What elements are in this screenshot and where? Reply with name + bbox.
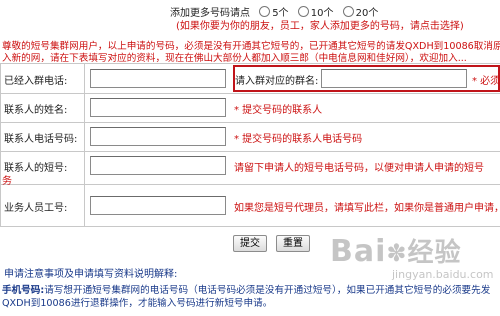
contact-short-label: 联系人的短号: [4,163,68,174]
radio-5[interactable] [259,6,271,17]
divider [0,122,500,123]
contact-phone-hint: * 提交号码的联系人电话号码 [234,134,363,145]
submit-button[interactable]: 提交 [233,235,267,252]
radio-10[interactable] [297,6,309,17]
contact-short-hint: 请留下申请人的短号电话号码，以便对申请人申请的短号 [234,163,484,174]
contact-name-hint: * 提交号码的联系人 [234,105,323,116]
divider [0,93,500,94]
divider [84,63,85,226]
divider [0,63,500,64]
watermark-brand2: 经验 [407,238,462,268]
divider [0,184,500,185]
contact-phone-input[interactable] [90,127,226,146]
contact-name-input[interactable] [90,98,226,117]
notes-item-text-cont: QXDH到10086进行退群操作，才能输入号码进行新短号申请。 [2,298,273,309]
group-required-mark: * 必须 [472,76,500,87]
contact-name-label: 联系人的姓名: [4,105,68,116]
intro-line-2: 入新的网，请在下表填写对应的资料，现在在佛山大部份人都加入顺三郎（中电信息网和佳… [2,53,467,64]
group-name-label: 请入群对应的群名: [235,76,319,87]
reset-button[interactable]: 重置 [276,235,310,252]
contact-short-hint-cont: 务 [2,176,12,187]
notes-item: 手机号码:请写想开通短号集群网的电话号码（电话号码必须是没有开通过短号），如果已… [2,282,490,296]
paw-icon: ✽ [386,239,408,267]
divider [0,151,500,152]
watermark-brand: Bai [330,234,387,269]
divider [0,226,500,227]
staff-id-input[interactable] [90,196,226,215]
watermark-url: jingyan.baidu.com [392,268,494,281]
joined-phone-label: 已经入群电话: [4,76,68,87]
watermark-logo: Bai✽经验 [330,232,462,269]
add-more-hint: (如果你要为你的朋友，员工，家人添加更多的号码，请点击选择) [176,21,464,32]
contact-short-input[interactable] [90,156,226,175]
divider [0,63,1,226]
joined-phone-input[interactable] [90,69,226,88]
notes-title: 申请注意事项及申请填写资料说明解释: [4,269,178,280]
group-name-input[interactable] [321,69,467,88]
staff-id-label: 业务人员工号: [4,203,68,214]
radio-20[interactable] [342,6,354,17]
contact-phone-label: 联系人电话号码: [4,134,78,145]
staff-id-hint: 如果您是短号代理员，请填写此栏，如果你是普通用户申请，则 [234,203,500,214]
